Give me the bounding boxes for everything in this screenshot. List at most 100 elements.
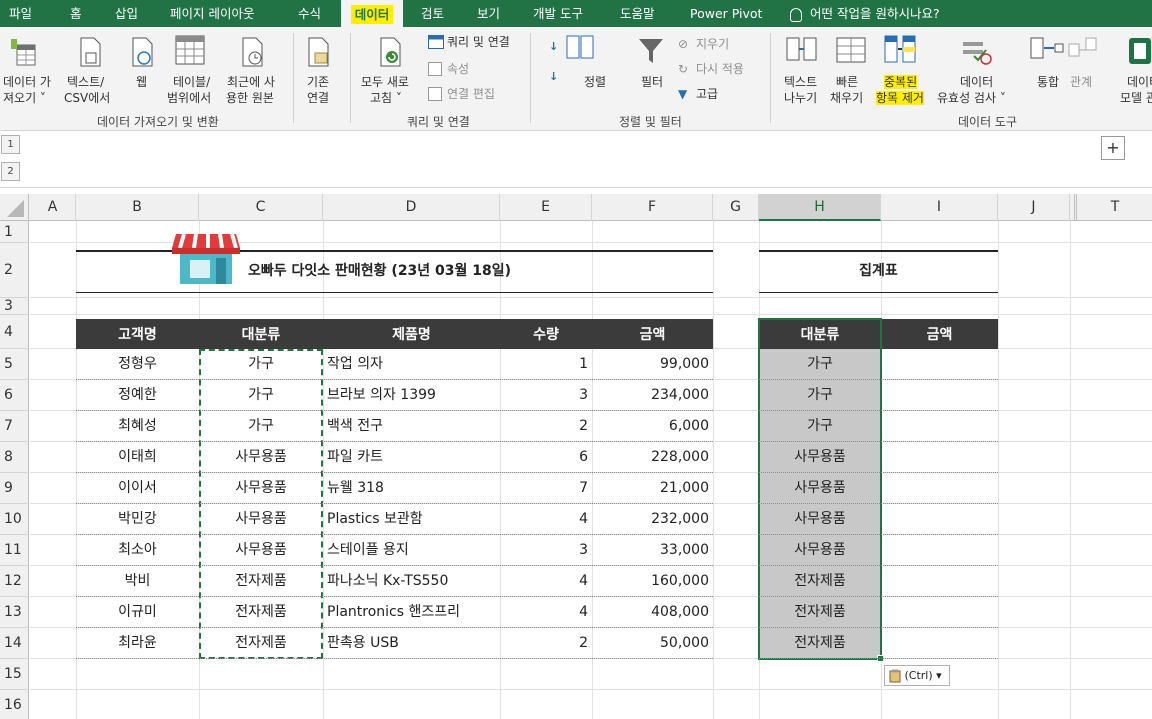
- tab-power-pivot[interactable]: Power Pivot: [690, 0, 762, 27]
- worksheet[interactable]: A B C D E F G H I J T 1 2 3 4 5 6 7 8 9 10 11 12 13 1…: [0, 188, 1152, 719]
- tab-home[interactable]: 홈: [70, 0, 82, 27]
- amount-cell[interactable]: 408,000: [592, 597, 709, 628]
- column-header-h[interactable]: H: [759, 194, 881, 221]
- row-header-1[interactable]: 1: [0, 221, 29, 243]
- amount-cell[interactable]: 33,000: [592, 535, 709, 566]
- row-header-11[interactable]: 11: [0, 535, 29, 566]
- select-all-corner[interactable]: [0, 194, 29, 221]
- summary-category-cell[interactable]: 전자제품: [759, 597, 881, 628]
- category-cell[interactable]: 사무용품: [199, 442, 323, 473]
- tab-help[interactable]: 도움말: [620, 0, 655, 27]
- quantity-cell[interactable]: 3: [500, 535, 588, 566]
- category-cell[interactable]: 가구: [199, 349, 323, 380]
- outline-level-1-button[interactable]: 1: [1, 135, 20, 154]
- row-header-7[interactable]: 7: [0, 411, 29, 442]
- amount-cell[interactable]: 6,000: [592, 411, 709, 442]
- quantity-cell[interactable]: 6: [500, 442, 588, 473]
- column-header-i[interactable]: I: [881, 194, 998, 221]
- amount-cell[interactable]: 234,000: [592, 380, 709, 411]
- tab-developer[interactable]: 개발 도구: [533, 0, 583, 27]
- product-cell[interactable]: 스테이플 용지: [327, 535, 500, 566]
- customer-cell[interactable]: 박비: [76, 566, 199, 597]
- product-cell[interactable]: 파나소닉 Kx-TS550: [327, 566, 500, 597]
- amount-cell[interactable]: 99,000: [592, 349, 709, 380]
- category-cell[interactable]: 전자제품: [199, 597, 323, 628]
- sort-az-icon[interactable]: ↓: [549, 39, 558, 54]
- product-cell[interactable]: 브라보 의자 1399: [327, 380, 500, 411]
- customer-cell[interactable]: 이이서: [76, 473, 199, 504]
- customer-cell[interactable]: 박민강: [76, 504, 199, 535]
- row-header-13[interactable]: 13: [0, 597, 29, 628]
- summary-category-cell[interactable]: 가구: [759, 380, 881, 411]
- quantity-cell[interactable]: 7: [500, 473, 588, 504]
- row-header-9[interactable]: 9: [0, 473, 29, 504]
- column-header-j[interactable]: J: [998, 194, 1070, 221]
- product-cell[interactable]: Plantronics 핸즈프리: [327, 597, 500, 628]
- category-cell[interactable]: 가구: [199, 380, 323, 411]
- tab-insert[interactable]: 삽입: [115, 0, 138, 27]
- tell-me-box[interactable]: 어떤 작업을 원하시나요?: [790, 0, 940, 27]
- quantity-cell[interactable]: 2: [500, 628, 588, 659]
- category-cell[interactable]: 사무용품: [199, 473, 323, 504]
- row-header-3[interactable]: 3: [0, 298, 29, 315]
- row-header-8[interactable]: 8: [0, 442, 29, 473]
- row-header-6[interactable]: 6: [0, 380, 29, 411]
- tab-review[interactable]: 검토: [421, 0, 444, 27]
- product-cell[interactable]: 작업 의자: [327, 349, 500, 380]
- row-header-12[interactable]: 12: [0, 566, 29, 597]
- expand-plus-button[interactable]: +: [1101, 136, 1125, 160]
- customer-cell[interactable]: 이태희: [76, 442, 199, 473]
- row-header-14[interactable]: 14: [0, 628, 29, 659]
- tab-file[interactable]: 파일: [9, 0, 32, 27]
- category-cell[interactable]: 가구: [199, 411, 323, 442]
- product-cell[interactable]: 백색 전구: [327, 411, 500, 442]
- row-header-5[interactable]: 5: [0, 349, 29, 380]
- customer-cell[interactable]: 최소아: [76, 535, 199, 566]
- tab-formulas[interactable]: 수식: [298, 0, 321, 27]
- tab-view[interactable]: 보기: [477, 0, 500, 27]
- amount-cell[interactable]: 50,000: [592, 628, 709, 659]
- quantity-cell[interactable]: 4: [500, 566, 588, 597]
- product-cell[interactable]: Plastics 보관함: [327, 504, 500, 535]
- summary-category-cell[interactable]: 사무용품: [759, 473, 881, 504]
- outline-level-2-button[interactable]: 2: [1, 162, 20, 181]
- row-header-16[interactable]: 16: [0, 690, 29, 719]
- row-header-10[interactable]: 10: [0, 504, 29, 535]
- summary-category-cell[interactable]: 가구: [759, 349, 881, 380]
- quantity-cell[interactable]: 1: [500, 349, 588, 380]
- sort-za-icon[interactable]: ↓: [549, 69, 558, 84]
- tab-data[interactable]: 데이터: [341, 0, 403, 27]
- amount-cell[interactable]: 228,000: [592, 442, 709, 473]
- product-cell[interactable]: 파일 카트: [327, 442, 500, 473]
- category-cell[interactable]: 사무용품: [199, 504, 323, 535]
- customer-cell[interactable]: 최라윤: [76, 628, 199, 659]
- category-cell[interactable]: 전자제품: [199, 566, 323, 597]
- column-header-e[interactable]: E: [500, 194, 592, 221]
- product-cell[interactable]: 판촉용 USB: [327, 628, 500, 659]
- tab-page-layout[interactable]: 페이지 레이아웃: [170, 0, 254, 27]
- column-header-f[interactable]: F: [592, 194, 713, 221]
- row-header-15[interactable]: 15: [0, 659, 29, 690]
- quantity-cell[interactable]: 3: [500, 380, 588, 411]
- summary-category-cell[interactable]: 사무용품: [759, 535, 881, 566]
- column-header-c[interactable]: C: [199, 194, 323, 221]
- category-cell[interactable]: 전자제품: [199, 628, 323, 659]
- column-header-b[interactable]: B: [76, 194, 199, 221]
- column-header-d[interactable]: D: [323, 194, 500, 221]
- customer-cell[interactable]: 최혜성: [76, 411, 199, 442]
- column-header-a[interactable]: A: [30, 194, 76, 221]
- summary-category-cell[interactable]: 가구: [759, 411, 881, 442]
- customer-cell[interactable]: 정예한: [76, 380, 199, 411]
- summary-category-cell[interactable]: 사무용품: [759, 442, 881, 473]
- amount-cell[interactable]: 21,000: [592, 473, 709, 504]
- quantity-cell[interactable]: 4: [500, 504, 588, 535]
- customer-cell[interactable]: 정형우: [76, 349, 199, 380]
- column-header-g[interactable]: G: [713, 194, 759, 221]
- row-header-2[interactable]: 2: [0, 243, 29, 298]
- category-cell[interactable]: 사무용품: [199, 535, 323, 566]
- paste-options-button[interactable]: (Ctrl) ▾: [884, 665, 950, 686]
- amount-cell[interactable]: 232,000: [592, 504, 709, 535]
- quantity-cell[interactable]: 2: [500, 411, 588, 442]
- quantity-cell[interactable]: 4: [500, 597, 588, 628]
- product-cell[interactable]: 뉴웰 318: [327, 473, 500, 504]
